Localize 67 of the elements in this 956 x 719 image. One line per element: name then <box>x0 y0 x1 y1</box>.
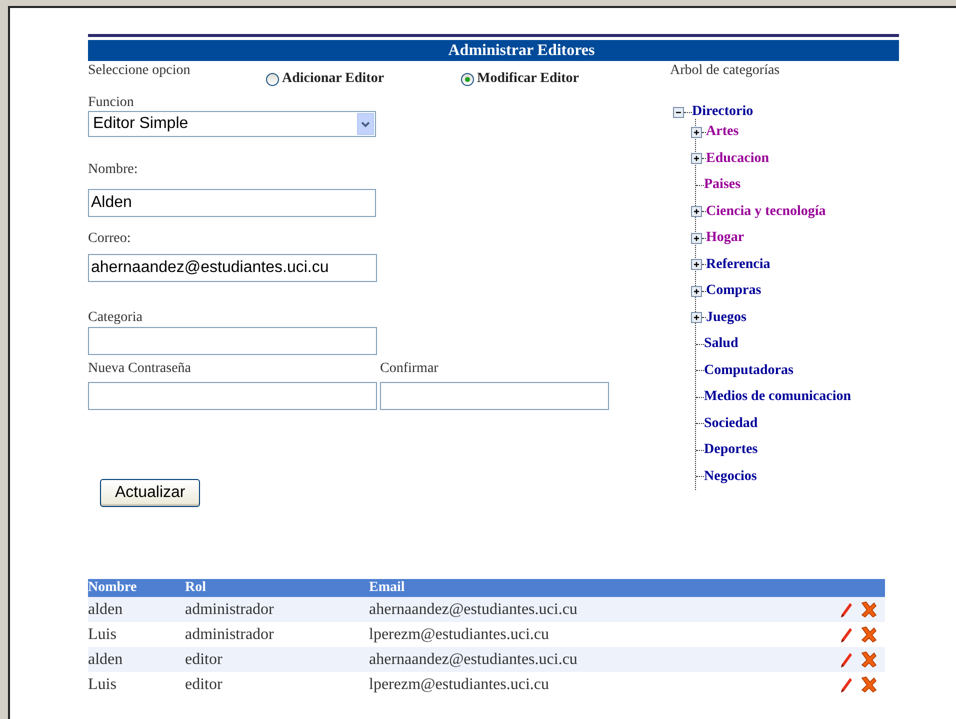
field-label: Nombre: <box>88 162 138 178</box>
tree-item[interactable]: Sociedad <box>704 416 758 432</box>
pencil-icon[interactable] <box>840 602 852 618</box>
radio-button[interactable] <box>461 72 474 86</box>
table-cell: alden <box>88 597 185 622</box>
tree-item[interactable]: Negocios <box>704 468 757 485</box>
header-bar: Administrar Editores <box>88 40 899 61</box>
expand-icon[interactable] <box>691 312 702 324</box>
dropdown-icon[interactable] <box>357 113 374 135</box>
tree-item[interactable]: Ciencia y tecnología <box>706 204 826 220</box>
table-cell: editor <box>185 647 369 672</box>
tree-item[interactable]: Compras <box>706 283 762 300</box>
pencil-icon[interactable] <box>840 626 852 643</box>
tree-item[interactable]: Computadoras <box>704 362 794 379</box>
table-cell: administrador <box>185 597 369 622</box>
table-cell: lperezm@estudiantes.uci.cu <box>369 672 829 697</box>
tree-item[interactable]: Artes <box>706 124 739 140</box>
table-cell: administrador <box>185 622 369 647</box>
delete-icon[interactable] <box>860 651 878 668</box>
tree-item[interactable]: Deportes <box>704 442 758 458</box>
table-cell: Luis <box>88 672 185 697</box>
field-label: Correo: <box>88 231 131 247</box>
field-label: Nueva Contraseña <box>88 361 192 377</box>
delete-icon[interactable] <box>860 676 878 694</box>
function-select[interactable]: Editor Simple <box>88 111 376 137</box>
field-label: Funcion <box>88 95 134 111</box>
tree-item[interactable]: Hogar <box>706 230 744 246</box>
radio-button[interactable] <box>266 72 279 86</box>
field-label: Categoria <box>88 310 142 326</box>
update-button[interactable]: Actualizar <box>100 479 200 507</box>
tree-item[interactable]: Referencia <box>706 256 770 273</box>
tree-item[interactable]: Salud <box>704 336 738 352</box>
section-label: Arbol de categorías <box>670 63 780 79</box>
table-cell: ahernaandez@estudiantes.uci.cu <box>369 597 829 622</box>
expand-icon[interactable] <box>691 286 702 297</box>
table-cell: Luis <box>88 622 185 647</box>
input-field[interactable] <box>88 382 377 410</box>
tree-item[interactable]: Juegos <box>706 310 746 326</box>
tree-item[interactable]: Medios de comunicacion <box>704 389 851 406</box>
input-field[interactable]: Alden <box>88 189 376 217</box>
delete-icon[interactable] <box>860 601 878 618</box>
expand-icon[interactable] <box>691 126 702 138</box>
column-header: Nombre <box>88 579 185 597</box>
input-field[interactable] <box>380 382 609 410</box>
collapse-icon[interactable] <box>673 106 684 118</box>
input-field[interactable] <box>88 327 377 355</box>
radio-option[interactable]: Adicionar Editor <box>266 71 461 87</box>
expand-icon[interactable] <box>691 206 702 218</box>
delete-icon[interactable] <box>860 626 878 644</box>
radio-option[interactable]: Modificar Editor <box>461 71 580 87</box>
table-cell: lperezm@estudiantes.uci.cu <box>369 622 829 647</box>
expand-icon[interactable] <box>691 259 702 270</box>
expand-icon[interactable] <box>691 232 702 244</box>
field-label: Seleccione opcion <box>88 63 192 79</box>
table-cell: alden <box>88 647 185 672</box>
tree-item[interactable]: Educacion <box>706 150 770 167</box>
pencil-icon[interactable] <box>840 652 852 668</box>
table-cell: editor <box>185 672 369 697</box>
expand-icon[interactable] <box>691 153 702 164</box>
pencil-icon[interactable] <box>840 676 852 693</box>
tree-item[interactable]: Paises <box>704 177 741 194</box>
tree-item[interactable]: Directorio <box>692 104 754 120</box>
table-cell: ahernaandez@estudiantes.uci.cu <box>369 647 829 672</box>
column-header: Email <box>369 579 829 597</box>
input-field[interactable]: ahernaandez@estudiantes.uci.cu <box>88 254 377 282</box>
column-header: Rol <box>185 579 369 597</box>
field-label: Confirmar <box>380 361 438 377</box>
